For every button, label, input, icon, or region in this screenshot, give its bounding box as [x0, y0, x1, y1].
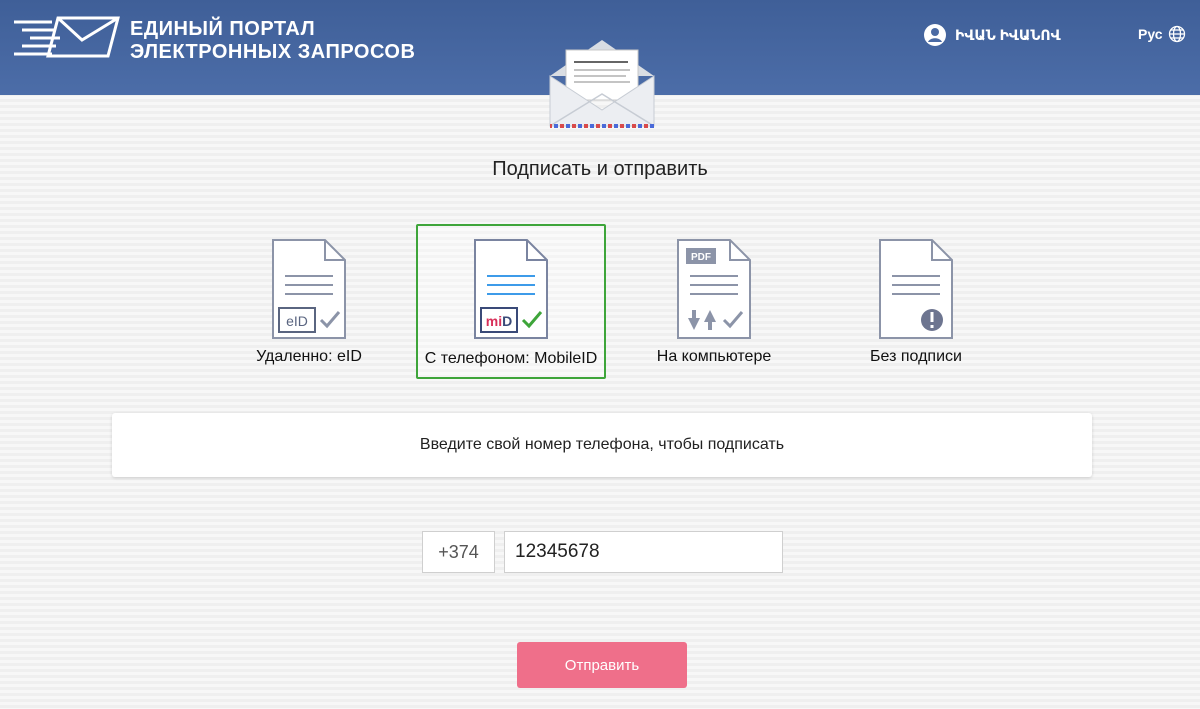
language-label: Рус — [1138, 26, 1163, 42]
document-warning-icon — [879, 239, 953, 339]
phone-instructions-text: Введите свой номер телефона, чтобы подпи… — [419, 436, 785, 453]
document-pdf-icon: PDF — [677, 239, 751, 339]
user-avatar-icon — [924, 24, 946, 46]
svg-text:PDF: PDF — [691, 252, 711, 263]
language-switcher[interactable]: Рус — [1138, 25, 1186, 43]
send-button[interactable]: Отправить — [517, 642, 687, 688]
document-mobileid-icon: miD — [474, 239, 548, 339]
portal-logo-text[interactable]: ЕДИНЫЙ ПОРТАЛ ЭЛЕКТРОННЫХ ЗАПРОСОВ — [130, 18, 415, 64]
sign-option-computer[interactable]: PDF На компьютере — [619, 224, 809, 379]
user-name: ԻՎԱՆ ԻՎԱՆՈՎ — [955, 26, 1061, 43]
sign-option-label: На компьютере — [656, 348, 772, 365]
mail-logo-icon — [14, 16, 120, 58]
sign-option-eid[interactable]: eID Удаленно: eID — [214, 224, 404, 379]
sign-option-label: Удаленно: eID — [256, 348, 362, 365]
svg-text:miD: miD — [486, 313, 512, 329]
sign-option-label: С телефоном: MobileID — [424, 350, 598, 367]
sign-option-no-signature[interactable]: Без подписи — [821, 224, 1011, 379]
envelope-illustration-icon — [549, 40, 655, 128]
logo-line-1: ЕДИНЫЙ ПОРТАЛ — [130, 18, 316, 40]
globe-icon — [1168, 25, 1185, 43]
phone-instructions: Введите свой номер телефона, чтобы подпи… — [112, 413, 1092, 477]
page-title: Подписать и отправить — [492, 158, 708, 180]
svg-text:eID: eID — [286, 313, 308, 329]
logo-line-2: ЭЛЕКТРОННЫХ ЗАПРОСОВ — [130, 41, 416, 63]
sign-option-mobileid[interactable]: miD С телефоном: MobileID — [416, 224, 606, 379]
user-menu[interactable]: ԻՎԱՆ ԻՎԱՆՈՎ — [924, 23, 1061, 47]
sign-option-label: Без подписи — [870, 348, 962, 365]
country-code-prefix: +374 — [422, 531, 495, 573]
country-code-text: +374 — [438, 541, 479, 562]
phone-number-input[interactable] — [504, 531, 783, 573]
document-eid-icon: eID — [272, 239, 346, 339]
